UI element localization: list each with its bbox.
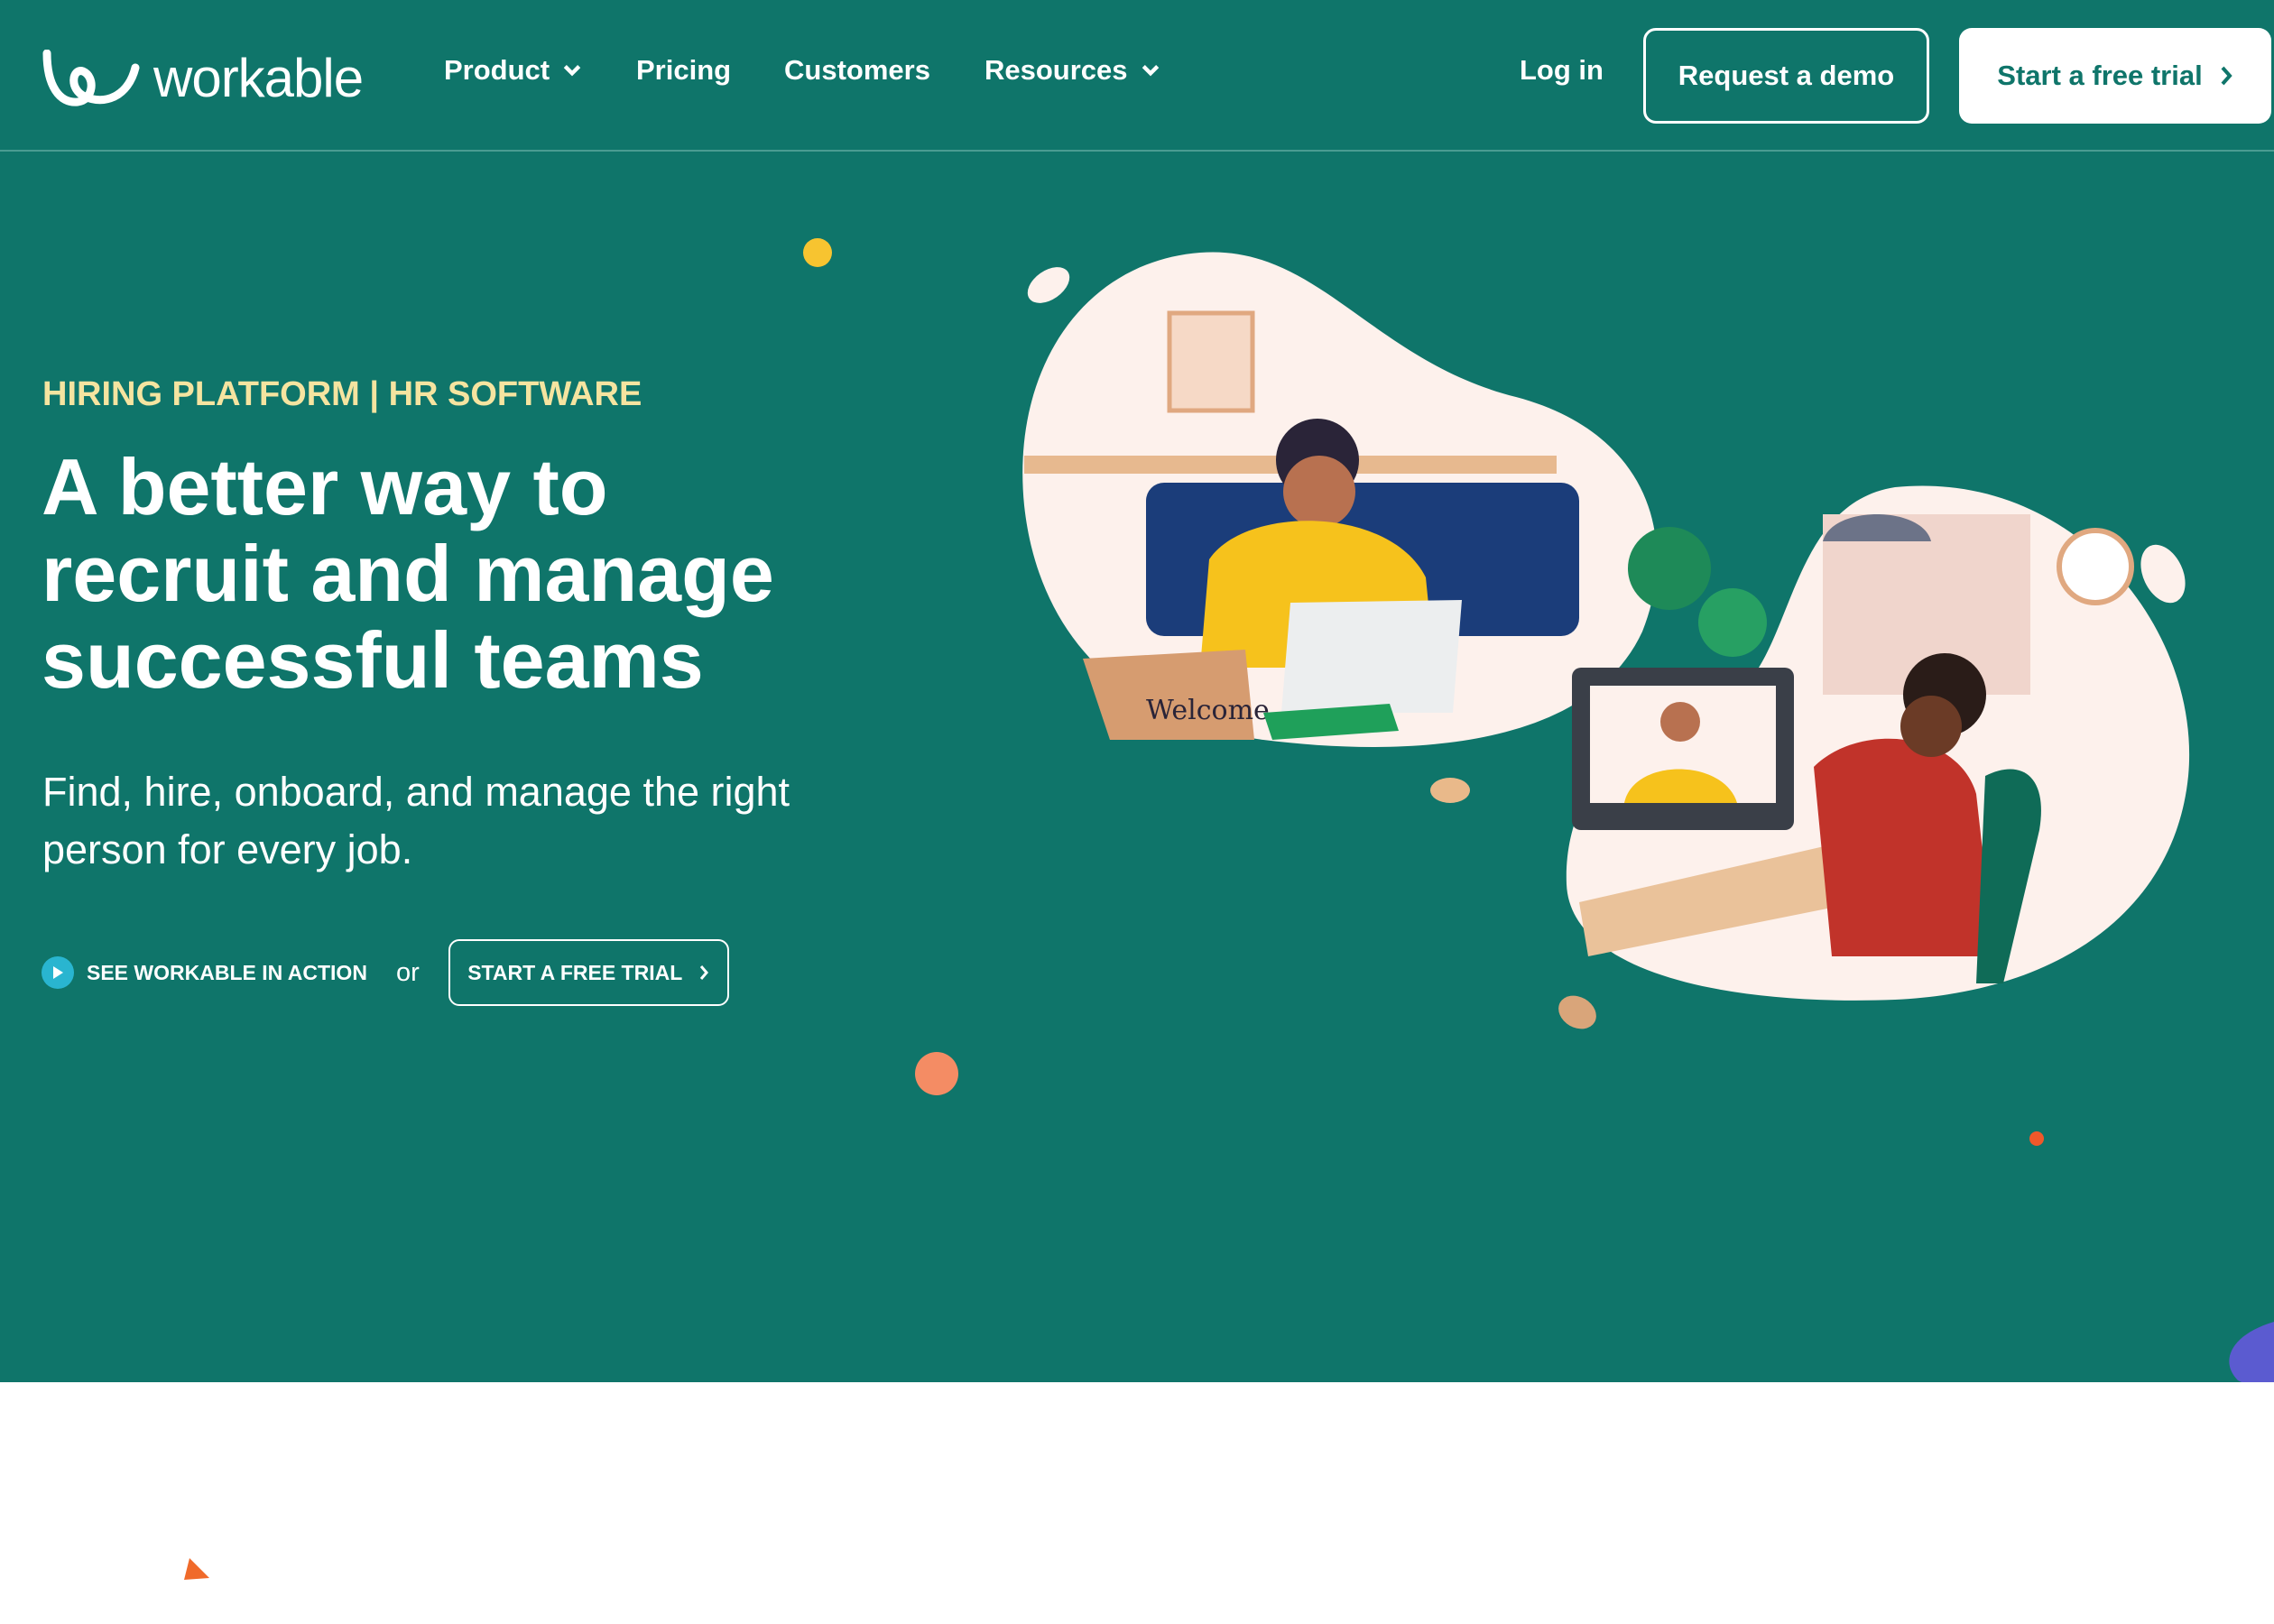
blob-fleck: [1558, 995, 1596, 1029]
plant: [1698, 588, 1767, 657]
plant: [1628, 527, 1711, 610]
wall-picture: [1167, 310, 1255, 413]
orange-dot: [915, 1052, 958, 1095]
blob-fleck: [2140, 544, 2186, 604]
blob-fleck: [1430, 778, 1470, 803]
purple-shape: [2229, 1322, 2274, 1382]
red-dot: [2029, 1131, 2044, 1146]
hero-illustration: Welcome: [803, 238, 2274, 1382]
blob-fleck: [1027, 267, 1070, 303]
yellow-dot: [803, 238, 832, 267]
woman-face: [1900, 696, 1962, 757]
wall-clock: [2057, 528, 2134, 605]
man-face: [1283, 456, 1355, 528]
video-call-face: [1660, 702, 1700, 742]
welcome-box-label: Welcome: [1146, 695, 1270, 726]
orange-triangle: [184, 1558, 209, 1580]
laptop: [1281, 600, 1462, 713]
hero-section: workable Product Pricing Customers Resou…: [0, 0, 2274, 1382]
